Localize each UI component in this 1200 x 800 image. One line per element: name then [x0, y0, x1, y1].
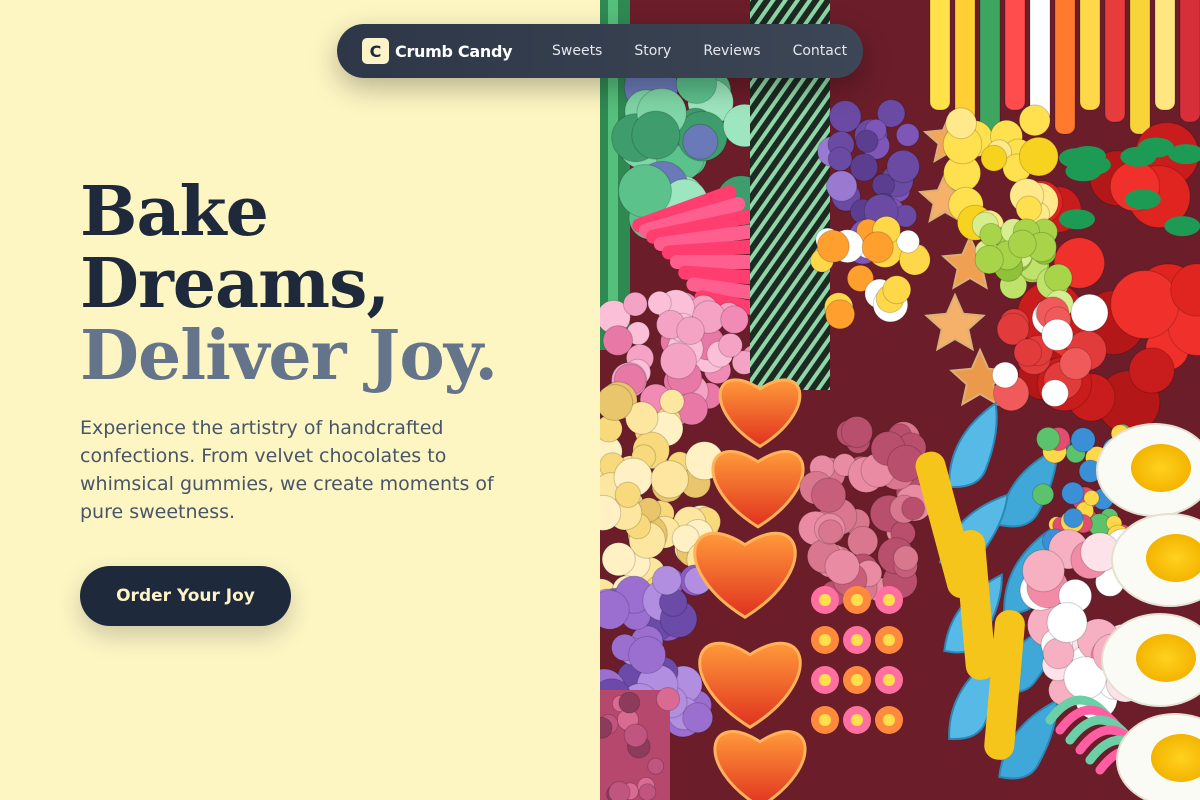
nav-link-sweets[interactable]: Sweets: [552, 43, 602, 59]
brand-logo[interactable]: C Crumb Candy: [362, 38, 513, 64]
brand-name: Crumb Candy: [395, 41, 513, 61]
candy-image: [600, 0, 1200, 800]
nav-link-story[interactable]: Story: [634, 43, 671, 59]
hero-section: Bake Dreams, Deliver Joy. Experience the…: [0, 0, 600, 800]
nav-links: Sweets Story Reviews Contact: [552, 24, 847, 78]
nav-link-reviews[interactable]: Reviews: [703, 43, 760, 59]
headline-line-3: Deliver Joy.: [80, 316, 498, 396]
headline-line-2: Dreams,: [80, 244, 390, 324]
nav-link-contact[interactable]: Contact: [793, 43, 847, 59]
hero-subtext: Experience the artistry of handcrafted c…: [80, 417, 494, 523]
top-nav: C Crumb Candy Sweets Story Reviews Conta…: [337, 24, 863, 78]
headline-line-1: Bake: [80, 172, 269, 252]
logo-mark: C: [362, 38, 389, 64]
hero-headline: Bake Dreams, Deliver Joy.: [80, 172, 498, 396]
order-button[interactable]: Order Your Joy: [80, 566, 291, 626]
